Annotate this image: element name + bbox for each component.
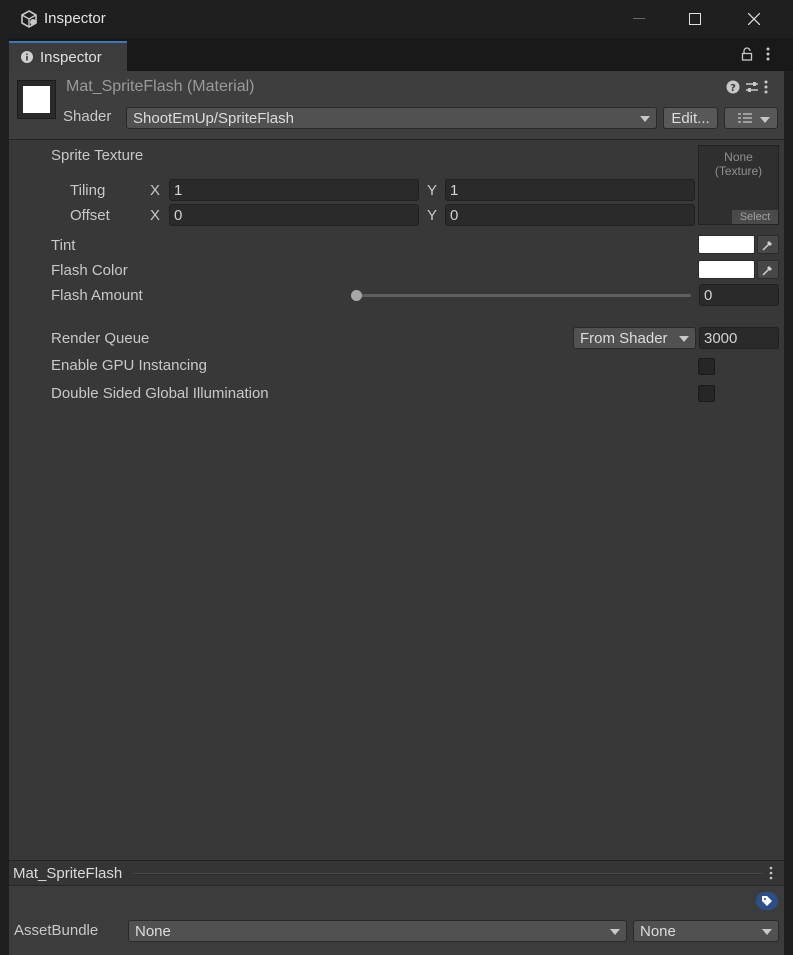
flash-color-eyedropper-button[interactable]	[757, 260, 779, 279]
asset-name: Mat_SpriteFlash	[13, 865, 123, 882]
title-bar: Inspector	[0, 0, 793, 38]
minimize-button[interactable]	[610, 0, 668, 38]
offset-y-axis: Y	[427, 207, 438, 224]
kebab-icon[interactable]	[766, 47, 770, 61]
assetbundle-variant-value: None	[640, 922, 676, 940]
unity-cube-icon	[21, 10, 37, 28]
texture-slot-none: None	[724, 150, 753, 164]
flash-amount-slider-handle[interactable]	[351, 290, 362, 301]
tint-eyedropper-button[interactable]	[757, 235, 779, 254]
assetbundle-name-dropdown[interactable]: None	[128, 920, 627, 942]
maximize-button[interactable]	[666, 0, 724, 38]
flash-amount-slider-track[interactable]	[355, 294, 691, 297]
info-icon	[21, 51, 33, 63]
edit-shader-button[interactable]: Edit...	[663, 107, 718, 129]
double-sided-gi-checkbox[interactable]	[698, 385, 715, 402]
chevron-down-icon	[760, 117, 770, 123]
offset-y-input[interactable]: 0	[445, 204, 695, 226]
divider	[134, 873, 762, 875]
close-icon	[748, 13, 760, 25]
assetbundle-variant-dropdown[interactable]: None	[633, 920, 779, 942]
inspector-panel: Mat_SpriteFlash (Material) ? Shader Shoo…	[9, 71, 784, 860]
material-name: Mat_SpriteFlash (Material)	[66, 78, 255, 95]
texture-slot-type: (Texture)	[714, 164, 763, 178]
asset-labels-footer: Mat_SpriteFlash AssetBundle None None	[9, 860, 784, 955]
chevron-down-icon	[679, 336, 689, 342]
offset-x-axis: X	[150, 207, 161, 224]
svg-text:?: ?	[730, 83, 736, 94]
list-icon	[738, 113, 752, 123]
texture-select-button[interactable]: Select	[732, 210, 778, 224]
chevron-down-icon	[762, 929, 772, 935]
kebab-icon[interactable]	[769, 866, 773, 880]
window-title: Inspector	[44, 10, 106, 27]
tiling-label: Tiling	[70, 182, 106, 199]
render-queue-label: Render Queue	[51, 330, 150, 347]
assetbundle-label: AssetBundle	[14, 922, 99, 939]
preview-header[interactable]: Mat_SpriteFlash	[9, 861, 784, 886]
render-queue-dropdown[interactable]: From Shader	[573, 327, 696, 349]
tab-label: Inspector	[40, 48, 102, 66]
tint-color-field[interactable]	[698, 235, 755, 254]
tint-label: Tint	[51, 237, 76, 254]
material-header: Mat_SpriteFlash (Material) ? Shader Shoo…	[9, 71, 784, 140]
shader-label: Shader	[63, 108, 112, 125]
tag-icon-button[interactable]	[756, 892, 778, 910]
tab-inspector[interactable]: Inspector	[9, 41, 127, 71]
offset-x-input[interactable]: 0	[169, 204, 419, 226]
maximize-icon	[689, 13, 701, 25]
chevron-down-icon	[640, 116, 650, 122]
flash-color-field[interactable]	[698, 260, 755, 279]
minimize-icon	[633, 18, 645, 19]
assetbundle-name-value: None	[135, 922, 171, 940]
chevron-down-icon	[610, 929, 620, 935]
sprite-texture-label: Sprite Texture	[51, 147, 144, 164]
tab-bar: Inspector	[9, 38, 793, 71]
flash-color-label: Flash Color	[51, 262, 128, 279]
kebab-icon[interactable]	[764, 80, 768, 94]
gpu-instancing-checkbox[interactable]	[698, 358, 715, 375]
shader-menu-button[interactable]	[724, 107, 778, 129]
material-preview	[17, 80, 56, 119]
eyedropper-icon	[762, 240, 772, 251]
offset-label: Offset	[70, 207, 110, 224]
render-queue-input[interactable]: 3000	[699, 327, 779, 349]
tag-icon	[762, 896, 772, 906]
shader-dropdown[interactable]: ShootEmUp/SpriteFlash	[126, 107, 657, 129]
close-button[interactable]	[725, 0, 783, 38]
eyedropper-icon	[762, 265, 772, 276]
shader-value: ShootEmUp/SpriteFlash	[133, 109, 294, 127]
gpu-instancing-label: Enable GPU Instancing	[51, 357, 207, 374]
double-sided-gi-label: Double Sided Global Illumination	[51, 385, 269, 402]
texture-slot[interactable]: None (Texture) Select	[698, 145, 779, 225]
tiling-y-input[interactable]: 1	[445, 179, 695, 201]
tiling-x-input[interactable]: 1	[169, 179, 419, 201]
flash-amount-input[interactable]: 0	[699, 284, 779, 306]
preset-icon[interactable]	[745, 80, 759, 94]
render-queue-mode: From Shader	[580, 329, 668, 347]
flash-amount-label: Flash Amount	[51, 287, 143, 304]
tiling-y-axis: Y	[427, 182, 438, 199]
tiling-x-axis: X	[150, 182, 161, 199]
help-icon[interactable]: ?	[726, 80, 740, 94]
header-icons: ?	[726, 80, 768, 94]
lock-icon[interactable]	[741, 47, 753, 61]
